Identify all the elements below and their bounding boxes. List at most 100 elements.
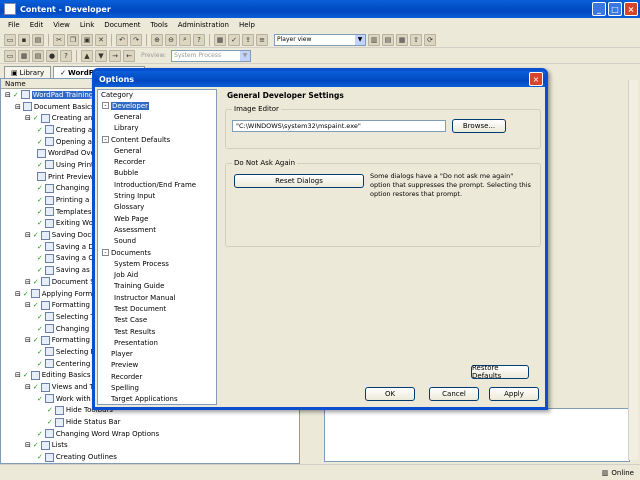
reset-dialogs-button[interactable]: Reset Dialogs xyxy=(234,174,364,188)
tree-item[interactable]: ✓ Hide Status Bar xyxy=(1,416,299,428)
expand-toggle-icon[interactable]: ⊟ xyxy=(15,371,21,379)
checkin-icon[interactable]: ✓ xyxy=(228,33,240,46)
redo-icon[interactable]: ↷ xyxy=(130,33,142,46)
move-up-icon[interactable]: ▲ xyxy=(81,49,93,62)
category-item[interactable]: Player xyxy=(98,349,216,360)
tree-item[interactable]: ✓ Creating Outlines xyxy=(1,451,299,463)
dialog-title-bar[interactable]: Options xyxy=(95,71,545,87)
category-item[interactable]: Recorder xyxy=(98,156,216,167)
open-icon[interactable]: ▭ xyxy=(4,33,16,46)
expand-toggle-icon[interactable]: ⊟ xyxy=(25,231,31,239)
category-item[interactable]: Glossary xyxy=(98,202,216,213)
new-section-icon[interactable]: ▦ xyxy=(18,49,30,62)
category-item[interactable]: Library xyxy=(98,123,216,134)
menu-file[interactable]: File xyxy=(8,21,20,29)
category-item[interactable]: - Developer xyxy=(98,100,216,111)
unlink-icon[interactable]: ⊖ xyxy=(165,33,177,46)
new-document-icon[interactable]: ▭ xyxy=(4,49,16,62)
menu-edit[interactable]: Edit xyxy=(30,21,44,29)
indent-icon[interactable]: → xyxy=(109,49,121,62)
menu-document[interactable]: Document xyxy=(104,21,140,29)
window-title-bar[interactable]: Content - Developer _ □ × xyxy=(0,0,640,18)
image-editor-path-field[interactable]: "C:\WINDOWS\system32\mspaint.exe" xyxy=(232,120,446,132)
category-item[interactable]: Presentation xyxy=(98,337,216,348)
ok-button[interactable]: OK xyxy=(365,387,415,401)
close-button[interactable]: × xyxy=(624,2,638,16)
category-item[interactable]: Sound xyxy=(98,236,216,247)
expand-toggle-icon[interactable]: ⊟ xyxy=(25,336,31,344)
menu-help[interactable]: Help xyxy=(239,21,255,29)
question-icon[interactable]: ? xyxy=(60,49,72,62)
move-down-icon[interactable]: ▼ xyxy=(95,49,107,62)
cut-icon[interactable]: ✂ xyxy=(53,33,65,46)
expand-toggle-icon[interactable]: ⊟ xyxy=(25,278,31,286)
category-item[interactable]: Preview xyxy=(98,360,216,371)
browse-button[interactable]: Browse... xyxy=(452,119,506,133)
vertical-scrollbar[interactable] xyxy=(628,80,638,460)
layout-3-icon[interactable]: ▦ xyxy=(396,33,408,46)
category-item[interactable]: General xyxy=(98,111,216,122)
category-item[interactable]: - Content Defaults xyxy=(98,134,216,145)
category-item[interactable]: Recorder xyxy=(98,371,216,382)
category-item[interactable]: Assessment xyxy=(98,224,216,235)
preview-select[interactable]: System Process ▼ xyxy=(171,49,252,62)
view-mode-select[interactable]: Player view ▼ xyxy=(274,33,366,46)
restore-defaults-button[interactable]: Restore Defaults xyxy=(471,364,529,380)
expand-toggle-icon[interactable]: ⊟ xyxy=(25,383,31,391)
category-item[interactable]: Instructor Manual xyxy=(98,292,216,303)
expand-toggle-icon[interactable]: ⊟ xyxy=(25,301,31,309)
category-item[interactable]: Training Guide xyxy=(98,281,216,292)
category-item[interactable]: Introduction/End Frame xyxy=(98,179,216,190)
properties-icon[interactable]: ≡ xyxy=(256,33,268,46)
category-item[interactable]: Web Page xyxy=(98,213,216,224)
checkout-icon[interactable]: ⇪ xyxy=(242,33,254,46)
category-item[interactable]: Spelling xyxy=(98,382,216,393)
category-item[interactable]: - Documents xyxy=(98,247,216,258)
print-icon[interactable]: ▤ xyxy=(32,33,44,46)
expand-toggle-icon[interactable]: ⊟ xyxy=(25,441,31,449)
collapse-icon[interactable]: - xyxy=(102,102,109,110)
save-icon[interactable]: ▪ xyxy=(18,33,30,46)
record-icon[interactable]: ● xyxy=(46,49,58,62)
link-icon[interactable]: ⊕ xyxy=(151,33,163,46)
minimize-button[interactable]: _ xyxy=(592,2,606,16)
category-item[interactable]: Test Results xyxy=(98,326,216,337)
outdent-icon[interactable]: ← xyxy=(123,49,135,62)
category-item[interactable]: General xyxy=(98,145,216,156)
collapse-icon[interactable]: - xyxy=(102,249,109,256)
category-item[interactable]: Bubble xyxy=(98,168,216,179)
dialog-close-button[interactable]: × xyxy=(529,72,543,86)
expand-toggle-icon[interactable]: ⊟ xyxy=(15,290,21,298)
undo-icon[interactable]: ↶ xyxy=(116,33,128,46)
category-item[interactable]: Job Aid xyxy=(98,269,216,280)
category-item[interactable]: String Input xyxy=(98,190,216,201)
menu-link[interactable]: Link xyxy=(80,21,94,29)
paste-icon[interactable]: ▣ xyxy=(81,33,93,46)
delete-icon[interactable]: ✕ xyxy=(95,33,107,46)
tab-library[interactable]: ▣ Library xyxy=(4,66,52,78)
layout-1-icon[interactable]: ▥ xyxy=(368,33,380,46)
new-folder-icon[interactable]: ▦ xyxy=(214,33,226,46)
new-topic-icon[interactable]: ▤ xyxy=(32,49,44,62)
category-item[interactable]: Test Document xyxy=(98,303,216,314)
menu-tools[interactable]: Tools xyxy=(151,21,168,29)
layout-2-icon[interactable]: ▤ xyxy=(382,33,394,46)
copy-icon[interactable]: ❐ xyxy=(67,33,79,46)
expand-toggle-icon[interactable]: ⊟ xyxy=(25,114,31,122)
category-item[interactable]: System Process xyxy=(98,258,216,269)
expand-toggle-icon[interactable]: ⊟ xyxy=(5,91,11,99)
apply-button[interactable]: Apply xyxy=(489,387,539,401)
menu-view[interactable]: View xyxy=(53,21,70,29)
category-item[interactable]: Test Case xyxy=(98,315,216,326)
tree-item[interactable]: ✓ Changing Word Wrap Options xyxy=(1,428,299,440)
refresh-icon[interactable]: ⟳ xyxy=(424,33,436,46)
maximize-button[interactable]: □ xyxy=(608,2,622,16)
category-item[interactable]: Target Applications xyxy=(98,394,216,405)
help-icon[interactable]: ? xyxy=(193,33,205,46)
expand-toggle-icon[interactable]: ⊟ xyxy=(15,103,21,111)
export-icon[interactable]: ⇧ xyxy=(410,33,422,46)
tree-item[interactable]: ⊟ ✓ Lists xyxy=(1,440,299,452)
collapse-icon[interactable]: - xyxy=(102,136,109,144)
find-icon[interactable]: ⌕ xyxy=(179,33,191,46)
cancel-button[interactable]: Cancel xyxy=(429,387,479,401)
